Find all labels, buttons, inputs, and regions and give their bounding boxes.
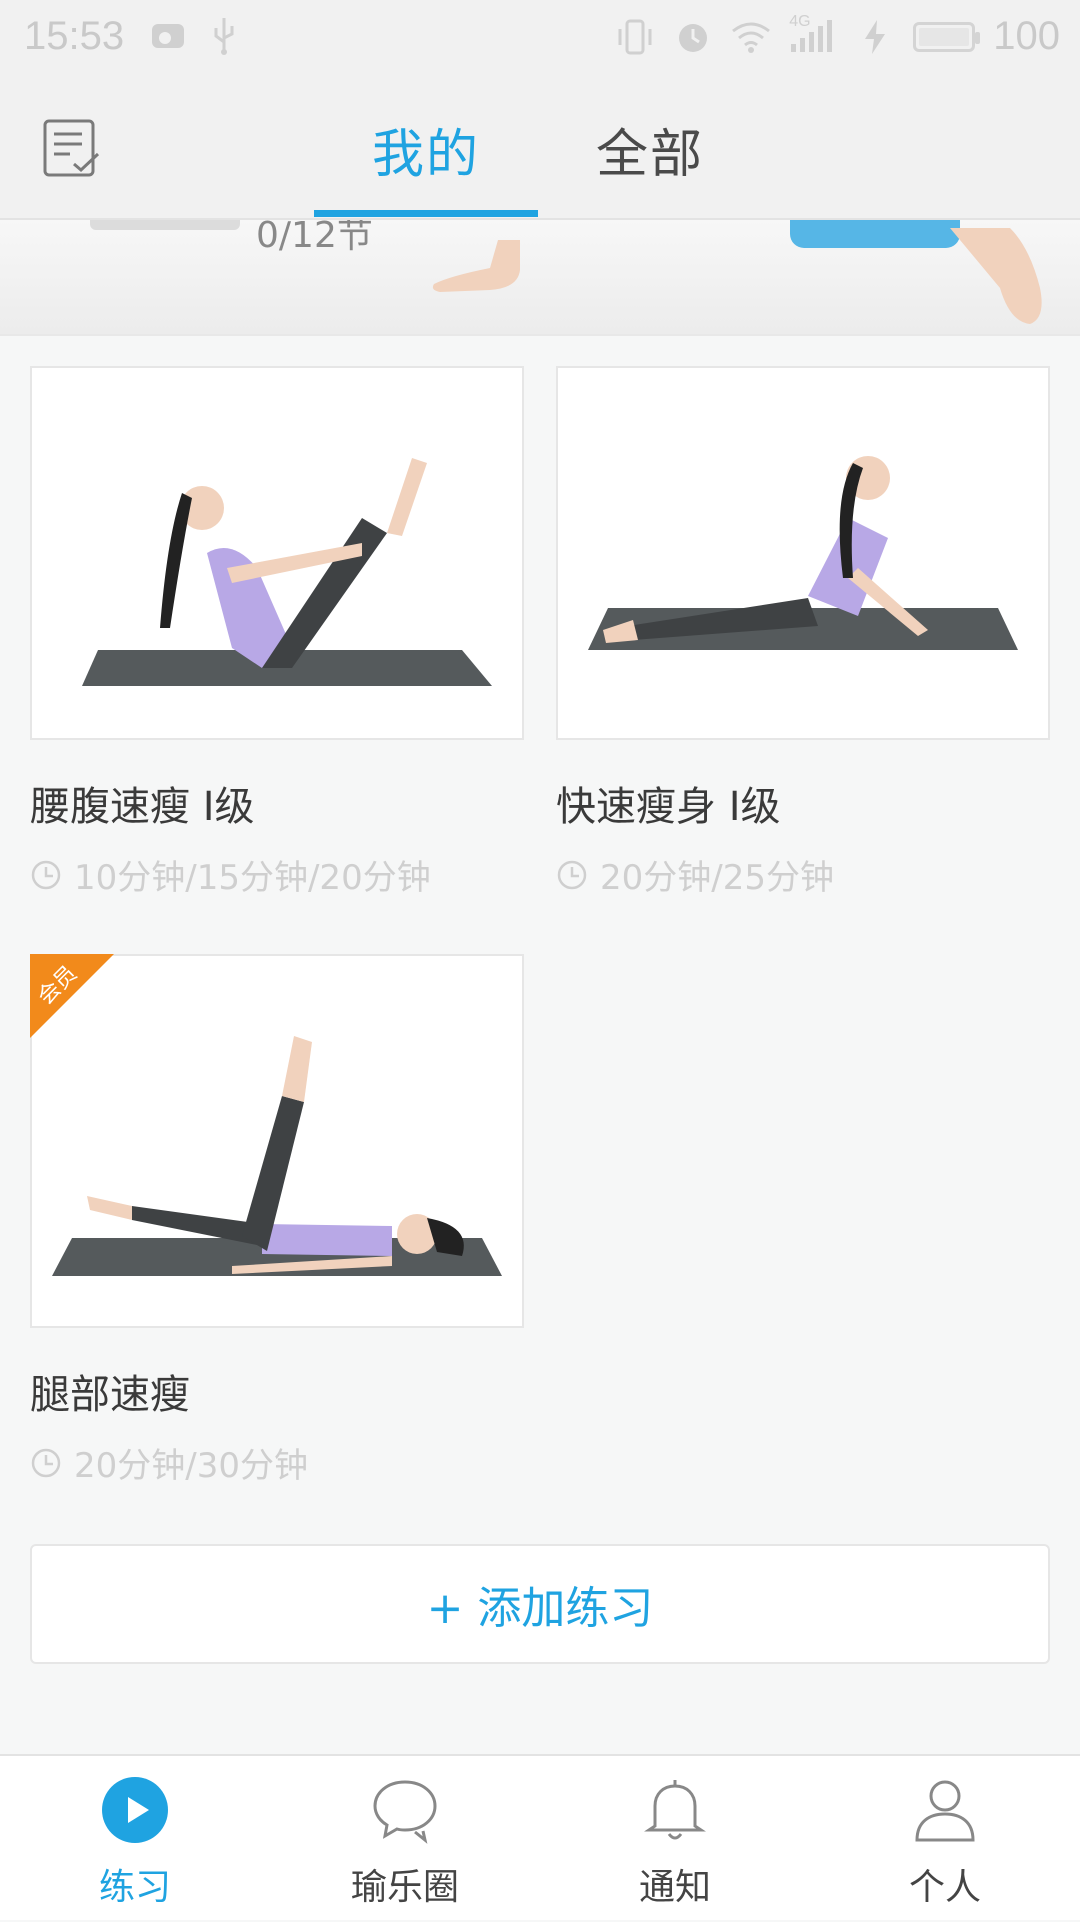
foot-image-right [950,228,1042,324]
chat-icon [373,1780,437,1844]
tab-mine[interactable]: 我的 [372,112,480,187]
nav-community[interactable]: 瑜乐圈 [270,1756,540,1922]
tab-indicator [314,210,538,217]
top-nav: 我的 全部 [0,76,1080,220]
status-time: 15:53 [24,14,125,58]
nav-label: 练习 [98,1867,171,1908]
usb-icon [204,16,244,56]
weibo-icon [148,16,188,56]
wifi-icon [731,17,771,57]
nav-notifications[interactable]: 通知 [540,1756,810,1922]
course-duration: 20分钟/25分钟 [556,850,834,899]
tab-all[interactable]: 全部 [596,112,704,187]
signal-icon: 4G [789,13,837,57]
nav-label: 通知 [638,1867,711,1908]
course-title: 快速瘦身 I级 [556,784,781,830]
checklist-icon[interactable] [42,118,102,180]
vibrate-icon [615,17,655,57]
bell-icon [644,1780,706,1840]
battery-level: 100 [993,14,1060,58]
course-duration: 20分钟/30分钟 [30,1438,308,1487]
nav-practice[interactable]: 练习 [0,1756,270,1922]
course-thumbnail [30,366,524,740]
alarm-icon [673,17,713,57]
charging-icon [855,17,895,57]
add-exercise-button[interactable]: + 添加练习 [30,1544,1050,1664]
status-bar: 15:53 4G 100 [0,0,1080,76]
leg-image [790,220,960,248]
nav-label: 个人 [908,1867,981,1908]
clock-icon [557,860,587,889]
banner-progress-text: 0/12节 [256,220,373,256]
course-thumbnail [556,366,1050,740]
course-title: 腰腹速瘦 I级 [30,784,255,830]
foot-image [432,240,520,292]
clock-icon [31,1448,61,1477]
course-title: 腿部速瘦 [30,1372,190,1418]
play-icon [102,1777,168,1843]
nav-label: 瑜乐圈 [350,1867,459,1908]
clock-icon [31,860,61,889]
nav-profile[interactable]: 个人 [810,1756,1080,1922]
person-icon [915,1780,975,1842]
course-banner[interactable]: 0/12节 [0,220,1080,336]
progress-bar [90,220,240,230]
course-duration: 10分钟/15分钟/20分钟 [30,850,431,899]
bottom-nav: 练习 瑜乐圈 通知 个人 [0,1754,1080,1920]
battery-icon [913,21,981,52]
